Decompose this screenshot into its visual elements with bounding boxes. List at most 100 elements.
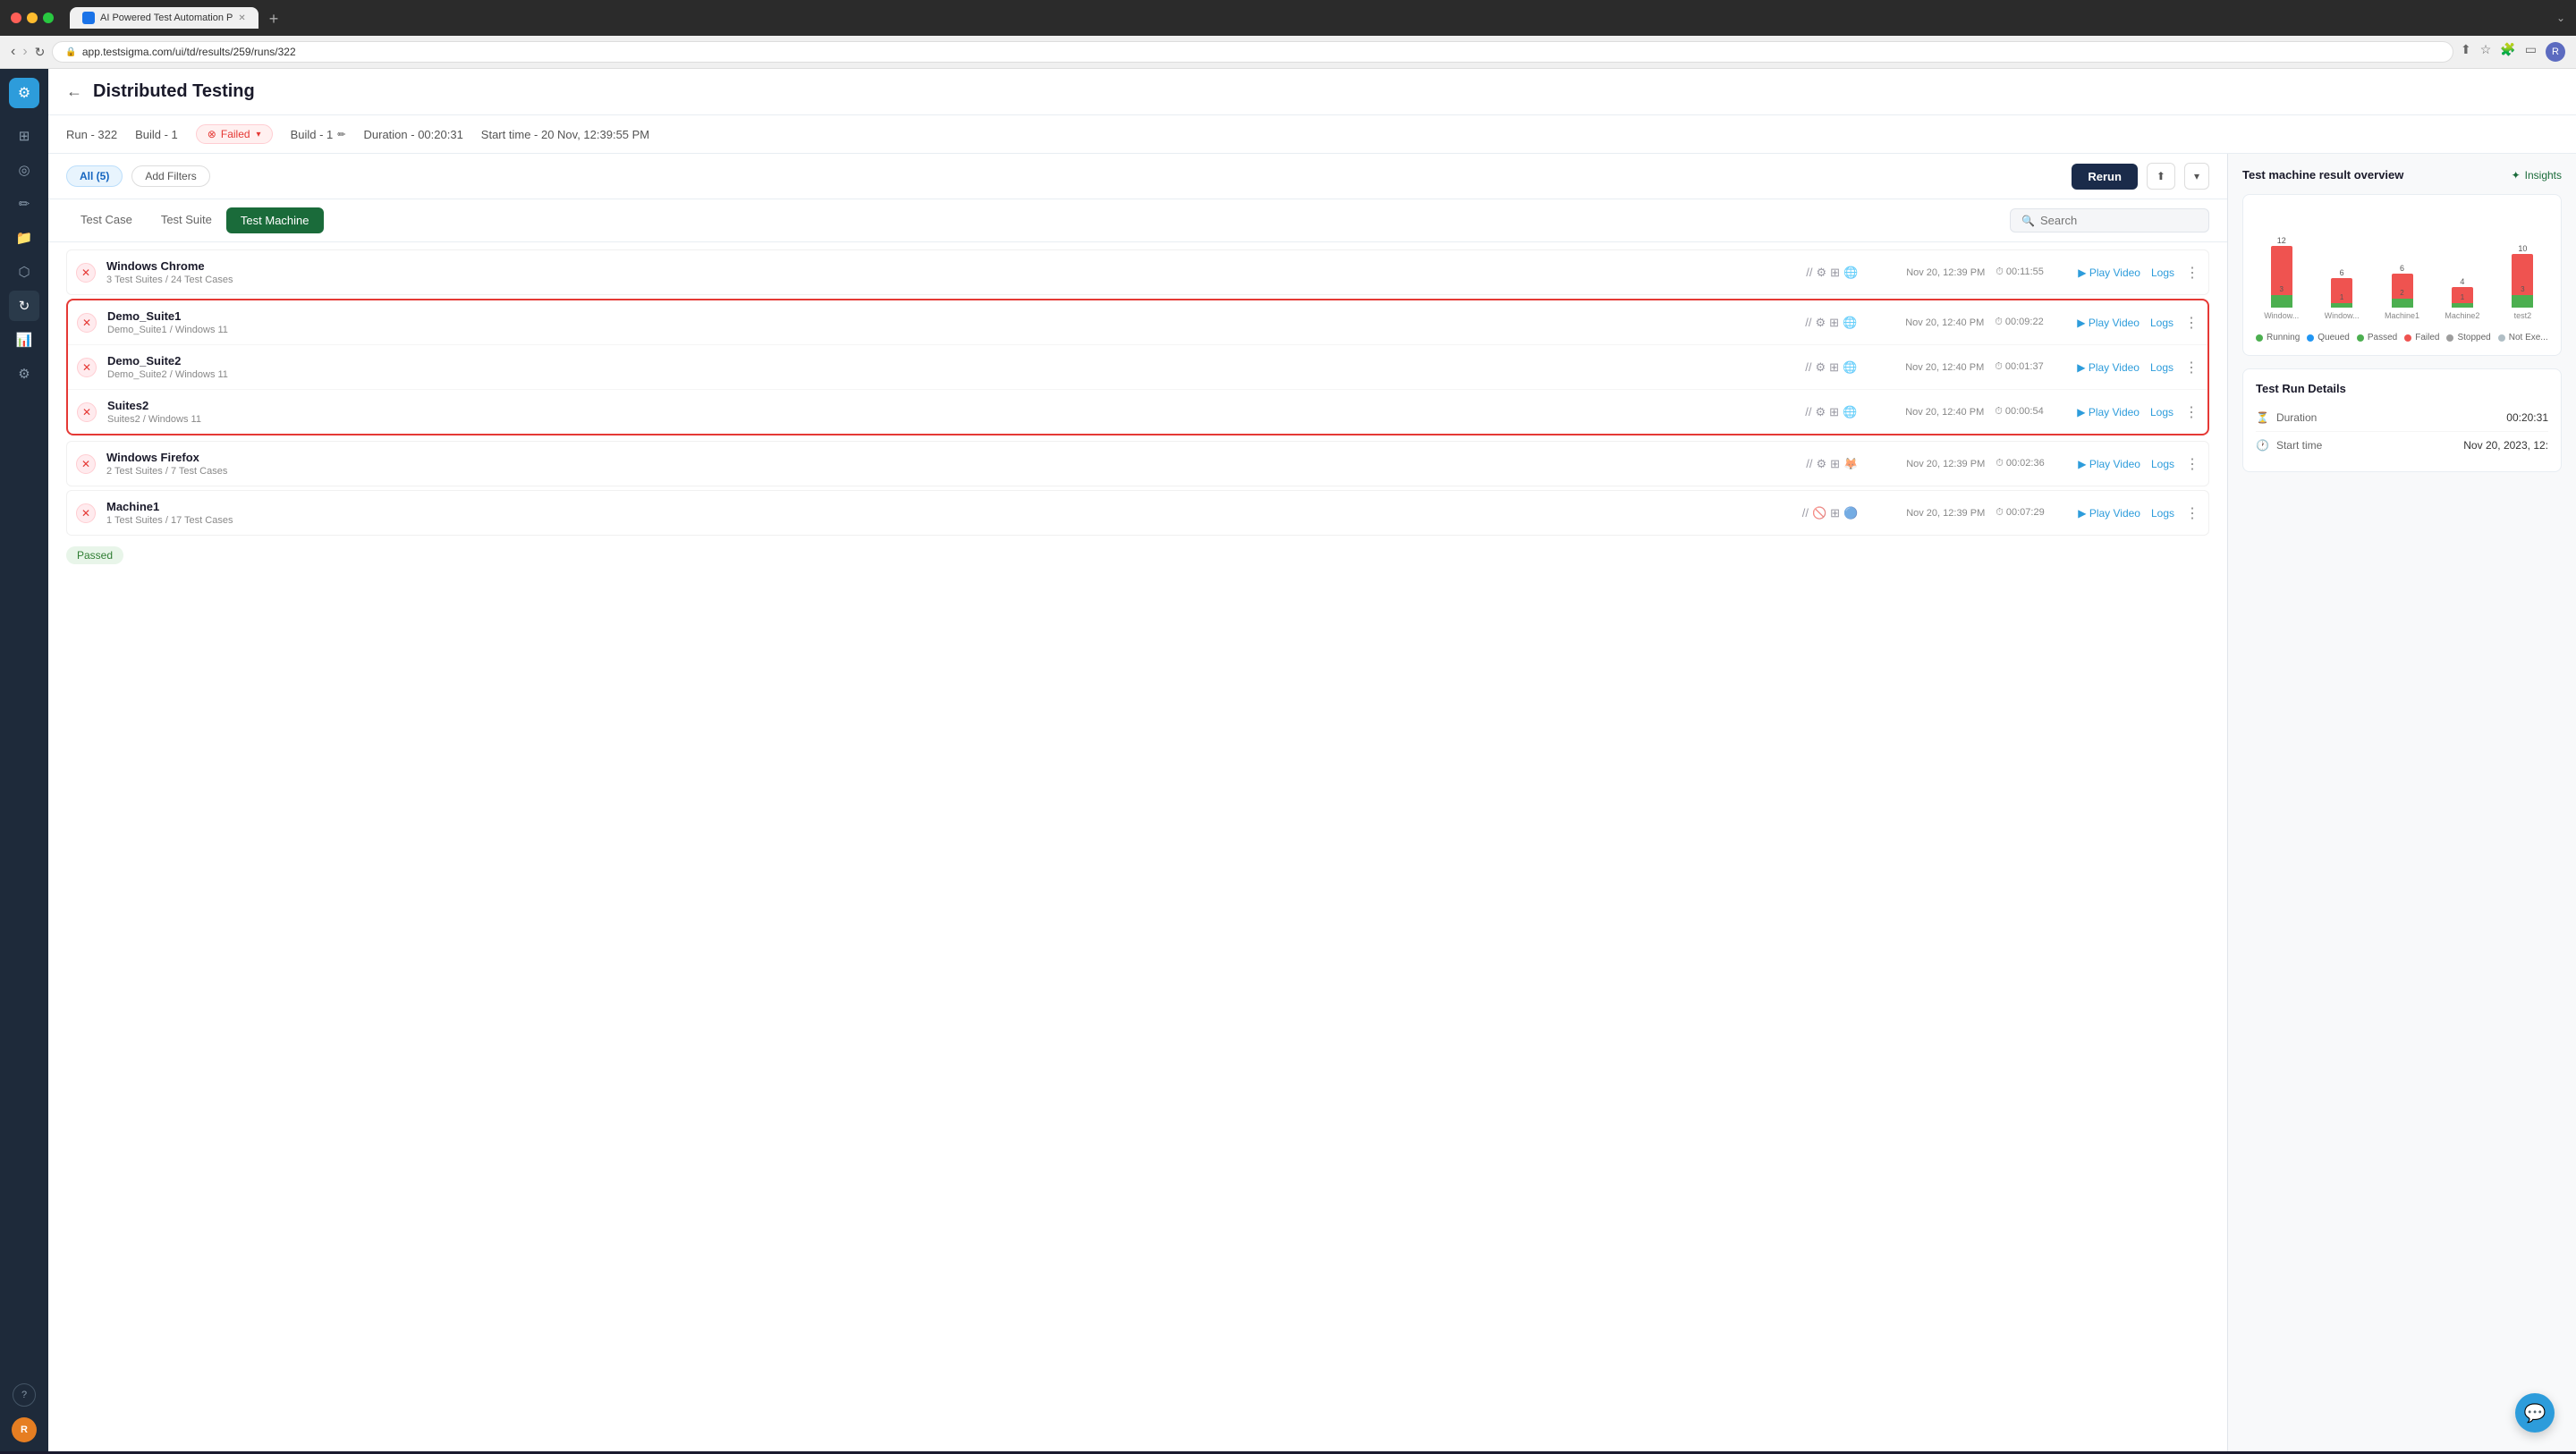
all-filter-button[interactable]: All (5) bbox=[66, 165, 123, 187]
sidebar-item-edit[interactable]: ✏ bbox=[9, 189, 39, 219]
rerun-button[interactable]: Rerun bbox=[2072, 164, 2138, 190]
windows-icon: ⊞ bbox=[1830, 506, 1840, 520]
status-failed-icon: ✕ bbox=[77, 313, 97, 333]
add-filters-button[interactable]: Add Filters bbox=[131, 165, 209, 187]
sidebar-item-dashboard[interactable]: ⊞ bbox=[9, 121, 39, 151]
tab-test-case[interactable]: Test Case bbox=[66, 207, 147, 234]
result-sub: 2 Test Suites / 7 Test Cases bbox=[106, 466, 1795, 477]
sidebar-item-reports[interactable]: 📊 bbox=[9, 325, 39, 355]
bar-num-green: 3 bbox=[2521, 285, 2524, 293]
tl-green[interactable] bbox=[43, 13, 54, 23]
sidebar-item-grid[interactable]: ⬡ bbox=[9, 257, 39, 287]
result-info: Windows Firefox 2 Test Suites / 7 Test C… bbox=[106, 451, 1795, 477]
share-icon[interactable]: ⬆ bbox=[2461, 42, 2471, 62]
table-row: ✕ Demo_Suite2 Demo_Suite2 / Windows 11 /… bbox=[68, 344, 2207, 389]
traffic-lights bbox=[11, 13, 54, 23]
sidebar-help[interactable]: ? bbox=[13, 1383, 36, 1407]
status-badge[interactable]: ⊗ Failed ▾ bbox=[196, 124, 273, 144]
new-tab-button[interactable]: + bbox=[262, 10, 286, 29]
status-failed-icon: ✕ bbox=[76, 503, 96, 523]
address-bar[interactable]: 🔒 app.testsigma.com/ui/td/results/259/ru… bbox=[52, 41, 2453, 63]
play-video-button[interactable]: ▶ Play Video bbox=[2077, 361, 2140, 374]
profile-icon[interactable]: R bbox=[2546, 42, 2565, 62]
sep-icon: // bbox=[1805, 405, 1811, 418]
result-info: Demo_Suite1 Demo_Suite1 / Windows 11 bbox=[107, 309, 1794, 335]
edge-icon: 🔵 bbox=[1843, 506, 1858, 520]
sidebar-item-settings[interactable]: ⚙ bbox=[9, 359, 39, 389]
logs-button[interactable]: Logs bbox=[2150, 317, 2174, 329]
more-menu-button[interactable]: ⋮ bbox=[2185, 455, 2199, 473]
sidebar-toggle-icon[interactable]: ▭ bbox=[2525, 42, 2537, 62]
table-row: ✕ Machine1 1 Test Suites / 17 Test Cases… bbox=[66, 490, 2209, 536]
sep-icon: // bbox=[1806, 457, 1812, 470]
user-avatar[interactable]: R bbox=[12, 1417, 37, 1442]
bar-num-green: 1 bbox=[2340, 293, 2343, 301]
gear-icon: ⚙ bbox=[1817, 266, 1827, 280]
url-text: app.testsigma.com/ui/td/results/259/runs… bbox=[82, 46, 296, 58]
logs-button[interactable]: Logs bbox=[2150, 361, 2174, 374]
play-video-button[interactable]: ▶ Play Video bbox=[2078, 458, 2140, 470]
insights-button[interactable]: ✦ Insights bbox=[2512, 169, 2562, 182]
play-video-button[interactable]: ▶ Play Video bbox=[2077, 317, 2140, 329]
sidebar-item-files[interactable]: 📁 bbox=[9, 223, 39, 253]
legend-stopped: Stopped bbox=[2446, 333, 2490, 342]
browser-chrome: AI Powered Test Automation P ✕ + ⌄ bbox=[0, 0, 2576, 36]
sidebar-item-runs[interactable]: ↻ bbox=[9, 291, 39, 321]
dropdown-arrow-icon: ▾ bbox=[257, 130, 261, 139]
result-sub: Demo_Suite2 / Windows 11 bbox=[107, 369, 1794, 380]
result-info: Windows Chrome 3 Test Suites / 24 Test C… bbox=[106, 259, 1795, 285]
globe-icon: 🌐 bbox=[1843, 316, 1857, 330]
search-input[interactable] bbox=[2040, 214, 2198, 227]
extensions-icon[interactable]: 🧩 bbox=[2500, 42, 2515, 62]
more-menu-button[interactable]: ⋮ bbox=[2184, 314, 2199, 332]
tl-yellow[interactable] bbox=[27, 13, 38, 23]
forward-button[interactable]: › bbox=[22, 44, 27, 60]
status-failed-icon: ✕ bbox=[76, 454, 96, 474]
legend-passed: Passed bbox=[2357, 333, 2397, 342]
play-video-button[interactable]: ▶ Play Video bbox=[2077, 406, 2140, 418]
tab-test-machine[interactable]: Test Machine bbox=[226, 207, 324, 233]
status-failed-icon: ✕ bbox=[76, 263, 96, 283]
result-duration: ⏱ 00:07:29 bbox=[1996, 507, 2067, 519]
duration-value: 00:20:31 bbox=[2506, 411, 2548, 424]
tab-test-suite[interactable]: Test Suite bbox=[147, 207, 226, 234]
sidebar-logo: ⚙ bbox=[9, 78, 39, 108]
gear-icon: ⚙ bbox=[1816, 316, 1826, 330]
logs-button[interactable]: Logs bbox=[2151, 266, 2174, 279]
sidebar-item-results[interactable]: ◎ bbox=[9, 155, 39, 185]
export-button[interactable]: ⬆ bbox=[2147, 163, 2175, 190]
tl-red[interactable] bbox=[11, 13, 21, 23]
bookmark-icon[interactable]: ☆ bbox=[2480, 42, 2492, 62]
chat-fab[interactable]: 💬 bbox=[2515, 1393, 2555, 1433]
run-number: Run - 322 bbox=[66, 128, 117, 141]
more-menu-button[interactable]: ⋮ bbox=[2184, 359, 2199, 376]
more-options-button[interactable]: ▾ bbox=[2184, 163, 2209, 190]
play-video-button[interactable]: ▶ Play Video bbox=[2078, 507, 2140, 520]
more-menu-button[interactable]: ⋮ bbox=[2185, 264, 2199, 282]
build-number: Build - 1 bbox=[135, 128, 178, 141]
filter-bar: All (5) Add Filters Rerun ⬆ ▾ bbox=[48, 154, 2227, 199]
more-menu-button[interactable]: ⋮ bbox=[2185, 504, 2199, 522]
back-button[interactable]: ‹ bbox=[11, 44, 15, 60]
logs-button[interactable]: Logs bbox=[2151, 507, 2174, 520]
firefox-icon: 🦊 bbox=[1843, 457, 1858, 471]
tab-close-icon[interactable]: ✕ bbox=[238, 13, 245, 23]
logs-button[interactable]: Logs bbox=[2151, 458, 2174, 470]
bar-green bbox=[2392, 299, 2413, 308]
details-section: Test Run Details ⏳ Duration 00:20:31 🕐 S… bbox=[2242, 368, 2562, 472]
bar-num-green: 3 bbox=[2279, 285, 2283, 293]
page-back-button[interactable]: ← bbox=[66, 82, 82, 101]
build-edit[interactable]: Build - 1 ✏ bbox=[291, 128, 346, 141]
detail-row-start-time: 🕐 Start time Nov 20, 2023, 12: bbox=[2256, 432, 2548, 459]
more-menu-button[interactable]: ⋮ bbox=[2184, 403, 2199, 421]
play-video-button[interactable]: ▶ Play Video bbox=[2078, 266, 2140, 279]
result-icons: // ⚙ ⊞ 🌐 bbox=[1805, 405, 1857, 419]
logs-button[interactable]: Logs bbox=[2150, 406, 2174, 418]
globe-icon: 🌐 bbox=[1843, 266, 1858, 280]
legend-running: Running bbox=[2256, 333, 2300, 342]
main-scroll-area: All (5) Add Filters Rerun ⬆ ▾ Test Case … bbox=[48, 154, 2227, 1451]
run-info-bar: Run - 322 Build - 1 ⊗ Failed ▾ Build - 1… bbox=[48, 115, 2576, 154]
nav-bar: ‹ › ↻ 🔒 app.testsigma.com/ui/td/results/… bbox=[0, 36, 2576, 69]
reload-button[interactable]: ↻ bbox=[35, 45, 46, 60]
active-tab[interactable]: AI Powered Test Automation P ✕ bbox=[70, 7, 258, 29]
